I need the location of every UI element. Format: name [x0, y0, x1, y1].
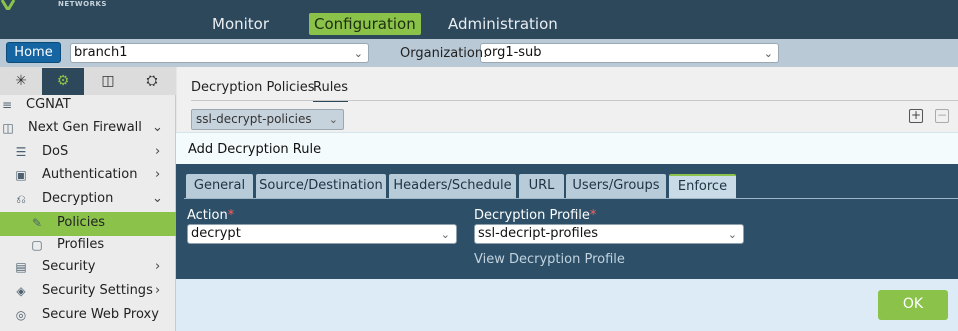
sidebar-item-label: CGNAT — [26, 97, 71, 112]
decryption-profile-select[interactable]: ssl-decript-profiles ⌄ — [474, 224, 744, 244]
tab-divider — [184, 198, 958, 199]
action-select[interactable]: decrypt ⌄ — [187, 224, 457, 244]
gear-icon[interactable]: ⚙ — [42, 68, 84, 95]
chevron-right-icon: › — [155, 283, 161, 298]
chevron-down-icon: ⌄ — [763, 47, 773, 60]
organization-select[interactable]: org1-sub ⌄ — [480, 43, 779, 63]
chevron-down-icon: ⌄ — [440, 228, 450, 241]
top-navigation-bar: NETWORKS Monitor Configuration Administr… — [0, 0, 958, 39]
chevron-right-icon: › — [155, 167, 161, 182]
decryption-profile-label: Decryption Profile* — [474, 208, 597, 223]
brand-subtext: NETWORKS — [58, 0, 107, 8]
sidebar-item-secure-web-proxy[interactable]: ◎ Secure Web Proxy — [0, 304, 176, 328]
chevron-down-icon: ⌄ — [152, 120, 163, 135]
settings-shield-icon[interactable]: ⛭ — [131, 68, 173, 95]
organization-select-value: org1-sub — [484, 45, 542, 60]
dialog-header: Add Decryption Rule — [176, 132, 958, 164]
sidebar-item-policies[interactable]: ✎ Policies — [0, 212, 176, 236]
logo-icon — [0, 0, 16, 10]
sidebar-item-label: Security Settings — [42, 283, 153, 298]
dialog-title: Add Decryption Rule — [188, 142, 322, 157]
policy-select[interactable]: ssl-decrypt-policies ⌄ — [191, 109, 344, 130]
nav-administration[interactable]: Administration — [443, 13, 563, 35]
authentication-icon: ▣ — [15, 168, 27, 182]
sidebar-item-label: Decryption — [42, 191, 114, 206]
sidebar-item-label: DoS — [42, 144, 69, 159]
tab-users-groups[interactable]: Users/Groups — [566, 174, 666, 198]
home-button[interactable]: Home — [6, 42, 61, 63]
add-icon[interactable]: + — [909, 109, 923, 123]
appliance-select-value: branch1 — [74, 45, 128, 60]
chevron-down-icon: ⌄ — [353, 47, 363, 60]
ok-button[interactable]: OK — [878, 290, 948, 320]
policy-select-value: ssl-decrypt-policies — [196, 112, 312, 126]
chevron-down-icon: ⌄ — [328, 113, 338, 126]
sidebar-item-security[interactable]: ▤ Security › — [0, 256, 176, 280]
tab-divider — [191, 100, 958, 101]
chevron-right-icon: › — [155, 144, 161, 159]
view-decryption-profile-link[interactable]: View Decryption Profile — [474, 252, 625, 267]
dialog-body: General Source/Destination Headers/Sched… — [176, 164, 958, 279]
dos-icon: ☰ — [15, 145, 27, 159]
organization-label: Organization: — [400, 46, 488, 61]
lock-icon: ⎌ — [16, 192, 26, 206]
sidebar-item-authentication[interactable]: ▣ Authentication › — [0, 164, 176, 188]
sidebar-item-label: Policies — [57, 215, 106, 230]
sidebar-item-next-gen-firewall[interactable]: ◫ Next Gen Firewall ⌄ — [0, 117, 176, 141]
tab-source-destination[interactable]: Source/Destination — [256, 174, 386, 198]
nav-monitor[interactable]: Monitor — [207, 13, 274, 35]
action-label: Action* — [187, 208, 235, 223]
sidebar-item-label: Authentication — [42, 167, 138, 182]
firewall-icon: ◫ — [2, 121, 14, 135]
sidebar-item-label: Security — [42, 259, 96, 274]
appliance-select[interactable]: branch1 ⌄ — [70, 43, 369, 63]
policy-icon: ✎ — [31, 216, 43, 230]
chevron-down-icon: ⌄ — [152, 191, 163, 206]
required-marker: * — [227, 208, 235, 223]
sidebar: ✳ ⚙ ◫ ⛭ ≡ CGNAT ◫ Next Gen Firewall ⌄ ☰ … — [0, 67, 176, 331]
sidebar-item-label: Profiles — [57, 237, 105, 252]
sidebar-item-label: Next Gen Firewall — [28, 120, 142, 135]
globe-icon: ◎ — [15, 308, 27, 322]
dialog-footer: OK — [176, 279, 958, 331]
sidebar-item-security-settings[interactable]: ◈ Security Settings › — [0, 280, 176, 304]
tab-general[interactable]: General — [186, 174, 253, 198]
sidebar-item-dos[interactable]: ☰ DoS › — [0, 141, 176, 165]
sidebar-tabs: ✳ ⚙ ◫ ⛭ — [0, 67, 176, 95]
security-icon: ▤ — [15, 260, 27, 274]
tab-enforce[interactable]: Enforce — [669, 174, 736, 198]
cgnat-icon: ≡ — [1, 98, 13, 112]
chevron-down-icon: ⌄ — [727, 228, 737, 241]
sidebar-item-decryption[interactable]: ⎌ Decryption ⌄ — [0, 188, 176, 212]
action-select-value: decrypt — [191, 226, 241, 241]
sidebar-item-label: Secure Web Proxy — [42, 307, 159, 322]
tab-rules[interactable]: Rules — [313, 80, 349, 102]
cube-icon[interactable]: ◫ — [87, 68, 129, 95]
sidebar-item-profiles[interactable]: ▢ Profiles — [0, 234, 176, 258]
tab-decryption-policies[interactable]: Decryption Policies — [191, 80, 315, 95]
sidebar-item-cgnat[interactable]: ≡ CGNAT — [0, 94, 176, 118]
nav-configuration[interactable]: Configuration — [309, 13, 421, 35]
profile-icon: ▢ — [31, 238, 43, 252]
tab-headers-schedule[interactable]: Headers/Schedule — [389, 174, 516, 198]
network-icon[interactable]: ✳ — [0, 68, 42, 95]
remove-icon[interactable]: − — [935, 109, 949, 123]
decryption-profile-select-value: ssl-decript-profiles — [478, 226, 599, 241]
required-marker: * — [589, 208, 597, 223]
chevron-right-icon: › — [155, 259, 161, 274]
tab-url[interactable]: URL — [519, 174, 564, 198]
shield-icon: ◈ — [16, 284, 26, 298]
add-decryption-rule-dialog: Add Decryption Rule General Source/Desti… — [176, 132, 958, 331]
